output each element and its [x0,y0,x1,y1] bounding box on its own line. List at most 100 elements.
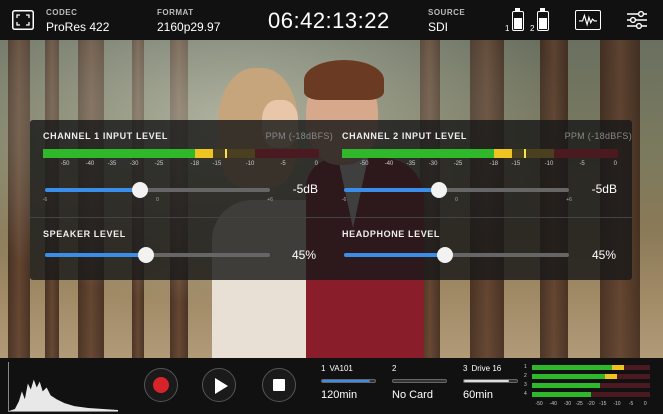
speaker-level-value: 45% [291,248,316,262]
gain-tick-label: +6 [566,197,572,203]
mini-meter-bar [532,392,650,397]
channel-1-ppm: PPM (-18dBFS) [265,131,333,141]
meter-tick-label: -5 [280,161,286,167]
gain-tick-label: 0 [455,197,458,203]
channel-2-gain-slider[interactable] [344,182,569,198]
slot-number: 2 [392,364,397,373]
codec-field[interactable]: CODEC ProRes 422 [46,8,109,34]
mini-meter-tick-label: -25 [575,401,583,407]
battery-1-number: 1 [505,24,510,33]
play-button[interactable] [202,368,236,402]
slot-capacity-bar [321,379,376,383]
mini-meter-tick-label: -20 [587,401,595,407]
frame-guides-icon[interactable] [12,10,34,30]
channel-1-meter-scale: -50 -40 -35 -30 -25 -18 -15 -10 -5 0 [43,161,319,171]
channel-2-gain-ticks: -6 0 +6 [342,197,572,207]
histogram[interactable] [8,362,118,412]
mini-meter-channel-number: 4 [524,391,527,397]
slider-knob[interactable] [437,247,454,263]
channel-1-peak-marker [225,149,227,158]
headphone-level-slider[interactable] [344,247,569,263]
mini-meter-tick-label: -15 [599,401,607,407]
channel-1-gain-value: -5dB [292,182,318,196]
channel-2-peak-marker [524,149,526,158]
audio-mini-meters[interactable]: 1 2 3 4 -50 -40 -30 -25 -20 -15 -10 -5 0 [524,362,656,412]
channel-2-gain-value: -5dB [591,182,617,196]
settings-sliders-icon[interactable] [626,10,648,30]
mini-meter-bar [532,374,650,379]
meter-tick-label: 0 [613,161,617,167]
bottom-transport-bar: 1 VA101 120min 2 No Card 3 Drive 16 60min … [0,358,663,414]
battery-2-number: 2 [530,24,535,33]
slider-knob[interactable] [430,182,447,198]
meter-tick-label: -15 [212,161,222,167]
media-slot-2[interactable]: 2 No Card [392,364,447,401]
meter-tick-label: -10 [544,161,554,167]
channel-2-title: CHANNEL 2 INPUT LEVEL [342,131,467,141]
mini-meter-tick-label: -10 [613,401,621,407]
mini-meter-scale: -50 -40 -30 -25 -20 -15 -10 -5 0 [532,401,650,409]
headphone-level-title: HEADPHONE LEVEL [342,229,441,239]
meter-tick-label: -25 [154,161,164,167]
slider-knob[interactable] [131,182,148,198]
meter-tick-label: -15 [511,161,521,167]
meter-tick-label: -40 [85,161,95,167]
slot-name: Drive 16 [471,364,502,373]
codec-label: CODEC [46,8,78,17]
media-slot-3[interactable]: 3 Drive 16 60min [463,364,518,401]
meter-tick-label: -35 [406,161,416,167]
battery-status[interactable]: 1 2 [505,8,553,34]
mini-meter-channel-number: 2 [524,373,527,379]
gain-tick-label: +6 [267,197,273,203]
channel-2-meter-scale: -50 -40 -35 -30 -25 -18 -15 -10 -5 0 [342,161,618,171]
channel-1-meter [43,149,319,158]
mini-meter-tick-label: -30 [563,401,572,407]
codec-value: ProRes 422 [46,20,110,34]
mini-meter-bar [532,365,650,370]
meter-tick-label: -50 [60,161,70,167]
channel-1-gain-slider[interactable] [45,182,270,198]
timecode[interactable]: 06:42:13:22 [268,8,390,34]
channel-2-ppm: PPM (-18dBFS) [564,131,632,141]
channel-2-section: CHANNEL 2 INPUT LEVEL PPM (-18dBFS) -50-… [342,131,632,221]
speaker-level-slider[interactable] [45,247,270,263]
mini-meter-tick-label: 0 [643,401,647,407]
media-slot-1[interactable]: 1 VA101 120min [321,364,376,401]
slider-knob[interactable] [138,247,155,263]
mini-meter-channel-number: 3 [524,382,527,388]
meter-tick-label: -30 [428,161,438,167]
meter-tick-label: -5 [579,161,585,167]
slot-number: 3 [463,364,468,373]
source-field[interactable]: SOURCE SDI [428,8,465,34]
audio-settings-panel: CHANNEL 1 INPUT LEVEL PPM (-18dBFS) -50-… [30,120,632,280]
source-label: SOURCE [428,8,466,17]
meter-tick-label: -40 [384,161,394,167]
stop-button[interactable] [262,368,296,402]
slot-name: VA101 [329,364,353,373]
record-icon [153,377,169,393]
meter-tick-label: 0 [314,161,318,167]
channel-1-gain-ticks: -6 0 +6 [42,197,273,207]
slot-capacity-bar [463,379,518,383]
top-status-bar: CODEC ProRes 422 FORMAT 2160p29.97 06:42… [0,0,663,40]
meter-tick-label: -10 [245,161,255,167]
mini-meter-tick-label: -40 [549,401,557,407]
waveform-scope-icon[interactable] [575,10,601,30]
meter-tick-label: -18 [489,161,499,167]
record-button[interactable] [144,368,178,402]
meter-tick-label: -35 [107,161,117,167]
slot-number: 1 [321,364,326,373]
stop-icon [273,379,285,391]
meter-tick-label: -50 [359,161,369,167]
format-label: FORMAT [157,8,194,17]
format-value: 2160p29.97 [157,20,221,34]
slot-remaining: 120min [321,389,358,401]
source-value: SDI [428,20,449,34]
format-field[interactable]: FORMAT 2160p29.97 [157,8,220,34]
gain-tick-label: -6 [42,197,48,203]
meter-tick-label: -25 [453,161,463,167]
channel-1-title: CHANNEL 1 INPUT LEVEL [43,131,168,141]
mini-meter-tick-label: -50 [535,401,543,407]
play-icon [215,378,228,394]
battery-icon [512,8,524,31]
